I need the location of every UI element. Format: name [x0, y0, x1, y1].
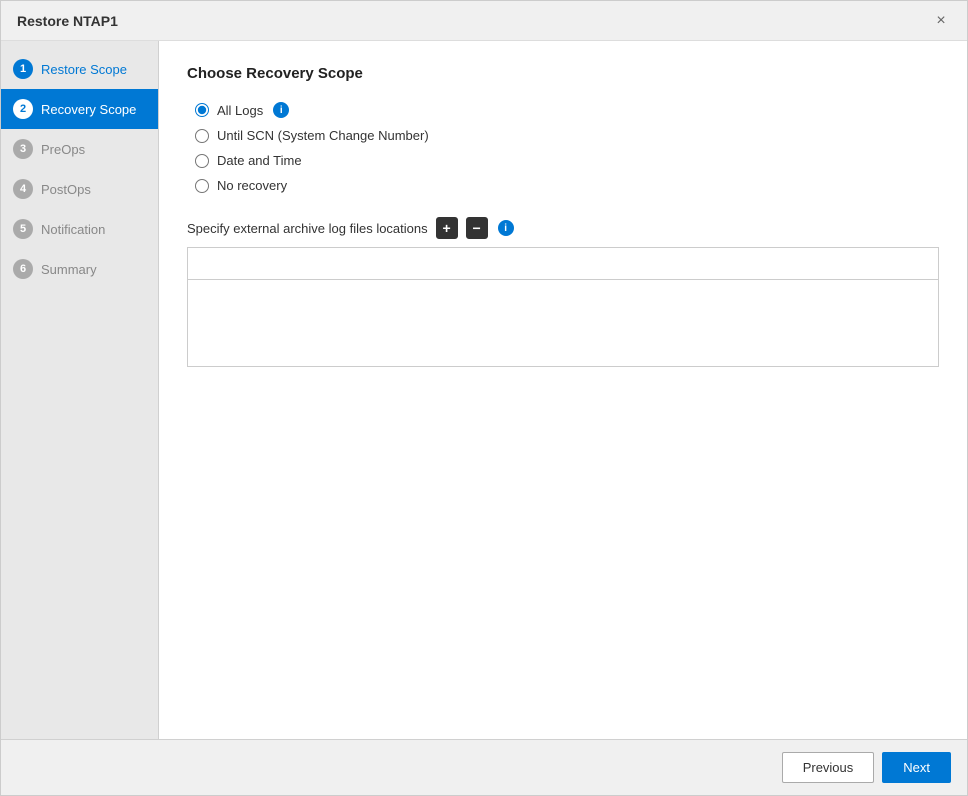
sidebar-label-notification: Notification — [41, 222, 105, 237]
radio-until-scn[interactable]: Until SCN (System Change Number) — [195, 128, 939, 143]
sidebar-item-preops[interactable]: 3 PreOps — [1, 129, 158, 169]
radio-input-no-recovery[interactable] — [195, 179, 209, 193]
radio-all-logs[interactable]: All Logs i — [195, 102, 939, 118]
section-title: Choose Recovery Scope — [187, 65, 939, 82]
info-icon-all-logs[interactable]: i — [273, 102, 289, 118]
sidebar-item-summary[interactable]: 6 Summary — [1, 249, 158, 289]
radio-label-date-time: Date and Time — [217, 153, 302, 168]
radio-input-all-logs[interactable] — [195, 103, 209, 117]
radio-label-no-recovery: No recovery — [217, 178, 287, 193]
archive-area — [187, 247, 939, 367]
step-num-2: 2 — [13, 99, 33, 119]
dialog-title: Restore NTAP1 — [17, 13, 118, 29]
step-num-4: 4 — [13, 179, 33, 199]
next-button[interactable]: Next — [882, 752, 951, 783]
recovery-scope-radio-group: All Logs i Until SCN (System Change Numb… — [195, 102, 939, 193]
sidebar-item-recovery-scope[interactable]: 2 Recovery Scope — [1, 89, 158, 129]
radio-input-date-time[interactable] — [195, 154, 209, 168]
info-icon-archive[interactable]: i — [498, 220, 514, 236]
sidebar-label-summary: Summary — [41, 262, 97, 277]
archive-label: Specify external archive log files locat… — [187, 221, 428, 236]
sidebar-item-postops[interactable]: 4 PostOps — [1, 169, 158, 209]
sidebar-item-restore-scope[interactable]: 1 Restore Scope — [1, 49, 158, 89]
radio-label-until-scn: Until SCN (System Change Number) — [217, 128, 429, 143]
sidebar-label-restore-scope: Restore Scope — [41, 62, 127, 77]
radio-input-until-scn[interactable] — [195, 129, 209, 143]
step-num-1: 1 — [13, 59, 33, 79]
step-num-6: 6 — [13, 259, 33, 279]
radio-label-all-logs: All Logs — [217, 103, 263, 118]
step-num-5: 5 — [13, 219, 33, 239]
close-button[interactable]: × — [931, 11, 951, 31]
restore-dialog: Restore NTAP1 × 1 Restore Scope 2 Recove… — [0, 0, 968, 796]
sidebar-label-recovery-scope: Recovery Scope — [41, 102, 136, 117]
archive-label-row: Specify external archive log files locat… — [187, 217, 939, 239]
main-content: Choose Recovery Scope All Logs i Until S… — [159, 41, 967, 739]
sidebar-label-postops: PostOps — [41, 182, 91, 197]
remove-archive-button[interactable]: − — [466, 217, 488, 239]
step-num-3: 3 — [13, 139, 33, 159]
radio-date-time[interactable]: Date and Time — [195, 153, 939, 168]
sidebar-item-notification[interactable]: 5 Notification — [1, 209, 158, 249]
dialog-body: 1 Restore Scope 2 Recovery Scope 3 PreOp… — [1, 41, 967, 739]
previous-button[interactable]: Previous — [782, 752, 875, 783]
titlebar: Restore NTAP1 × — [1, 1, 967, 41]
archive-input[interactable] — [188, 248, 938, 280]
sidebar-label-preops: PreOps — [41, 142, 85, 157]
radio-no-recovery[interactable]: No recovery — [195, 178, 939, 193]
footer: Previous Next — [1, 739, 967, 795]
add-archive-button[interactable]: + — [436, 217, 458, 239]
archive-section: Specify external archive log files locat… — [187, 217, 939, 367]
sidebar: 1 Restore Scope 2 Recovery Scope 3 PreOp… — [1, 41, 159, 739]
